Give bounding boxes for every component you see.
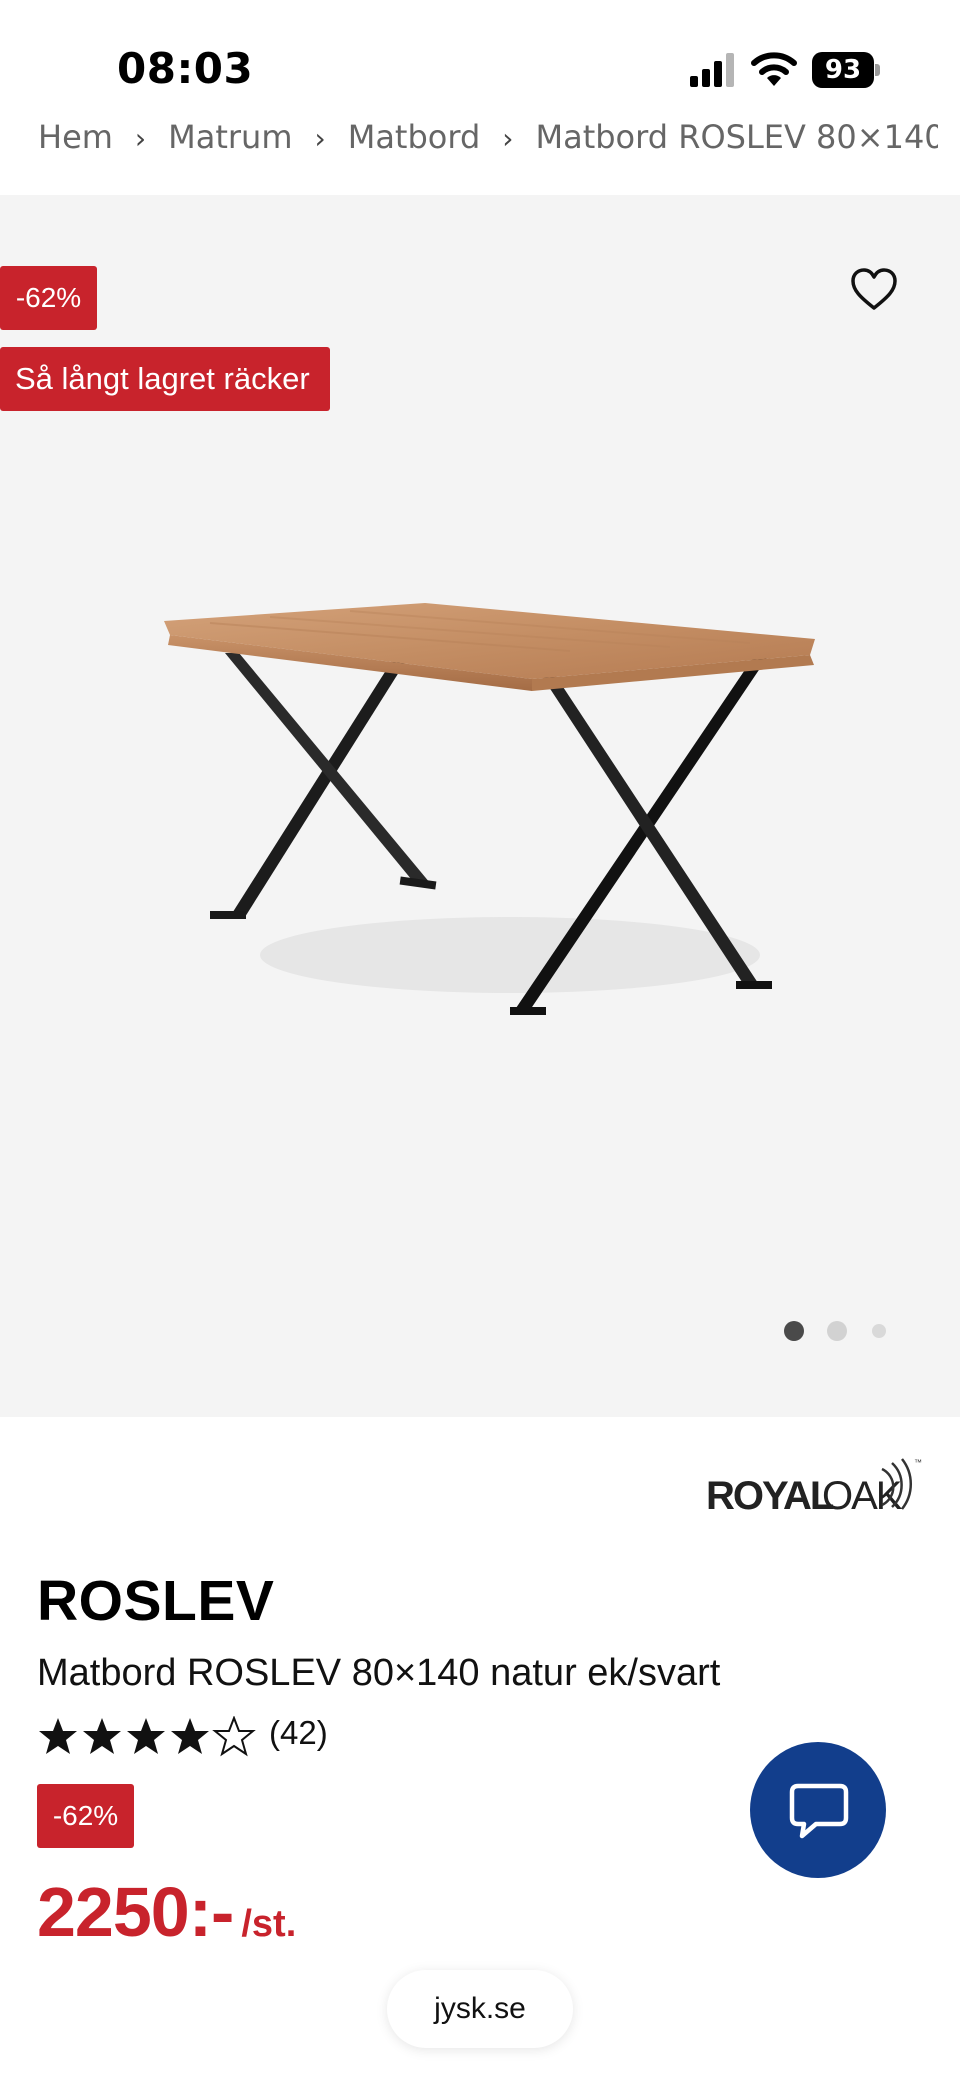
product-image (164, 603, 815, 1015)
breadcrumb-item-current: Matbord ROSLEV 80×140 natur (535, 118, 938, 156)
star-icon (171, 1718, 209, 1754)
battery-cap (875, 64, 880, 76)
status-bar: 08:03 93 (0, 0, 960, 130)
wifi-icon (751, 52, 797, 86)
product-page: 08:03 93 Hem › Matrum › Matbord › Matbord ROSL… (0, 0, 960, 2081)
battery-icon: 93 (812, 52, 880, 88)
star-icon (127, 1718, 165, 1754)
half-star-icon (214, 1717, 254, 1755)
price-unit: /st. (241, 1903, 297, 1945)
chat-button[interactable] (750, 1742, 886, 1878)
product-rating[interactable]: (42) (37, 1712, 437, 1762)
price: 2250:-/st. (37, 1872, 296, 1952)
carousel-dot-active[interactable] (784, 1321, 804, 1341)
discount-badge: -62% (0, 266, 97, 330)
carousel-dots (784, 1319, 894, 1343)
chevron-right-icon: › (134, 122, 147, 155)
product-name: Matbord ROSLEV 80×140 natur ek/svart (37, 1652, 721, 1694)
chevron-right-icon: › (314, 122, 326, 155)
star-icon (39, 1718, 77, 1754)
breadcrumb: Hem › Matrum › Matbord › Matbord ROSLEV 80×140… (38, 118, 938, 158)
url-bar[interactable]: jysk.se (387, 1970, 573, 2048)
carousel-dot[interactable] (827, 1321, 847, 1341)
breadcrumb-item-home[interactable]: Hem (38, 118, 113, 156)
breadcrumb-item-dining-room[interactable]: Matrum (168, 118, 292, 156)
signal-icon (690, 53, 734, 87)
royal-oak-logo: ROYAL OAK ™ (706, 1458, 922, 1518)
heart-icon[interactable] (850, 267, 898, 311)
discount-badge: -62% (37, 1784, 134, 1848)
battery-level: 93 (812, 52, 874, 88)
rating-stars (39, 1717, 254, 1755)
price-value: 2250:- (37, 1873, 234, 1951)
logo-text-bold: ROYAL (706, 1474, 834, 1518)
product-gallery[interactable]: -62% Så långt lagret räcker (0, 195, 960, 1417)
star-icon (83, 1718, 121, 1754)
clock: 08:03 (117, 44, 254, 93)
chevron-right-icon: › (502, 122, 514, 155)
product-brand: ROSLEV (37, 1569, 275, 1633)
chat-bubble-icon (789, 1783, 849, 1839)
stock-badge: Så långt lagret räcker (0, 347, 330, 411)
logo-trademark: ™ (914, 1458, 922, 1467)
carousel-dot[interactable] (872, 1324, 886, 1338)
breadcrumb-item-dining-tables[interactable]: Matbord (348, 118, 481, 156)
review-count[interactable]: (42) (269, 1714, 328, 1752)
